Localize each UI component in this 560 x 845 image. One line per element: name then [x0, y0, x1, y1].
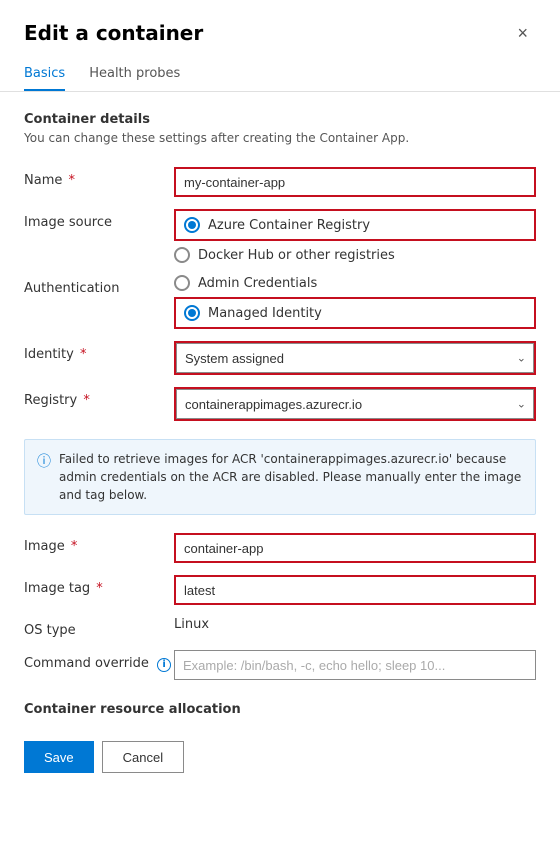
image-tag-row: Image tag *	[0, 569, 560, 611]
radio-docker-input[interactable]	[174, 247, 190, 263]
image-label: Image *	[24, 533, 174, 554]
identity-control: System assigned ⌄	[174, 341, 536, 375]
radio-managed[interactable]: Managed Identity	[184, 305, 526, 321]
image-row: Image *	[0, 527, 560, 569]
identity-select[interactable]: System assigned	[176, 343, 534, 373]
command-override-input[interactable]	[174, 650, 536, 680]
registry-control: containerappimages.azurecr.io ⌄	[174, 387, 536, 421]
auth-label: Authentication	[24, 275, 174, 296]
close-button[interactable]: ×	[509, 20, 536, 46]
dialog-header: Edit a container ×	[0, 0, 560, 58]
command-override-row: Command override i	[0, 644, 560, 686]
radio-docker-label: Docker Hub or other registries	[198, 248, 395, 263]
image-source-row: Image source Azure Container Registry Do…	[0, 203, 560, 269]
image-control	[174, 533, 536, 563]
name-row: Name *	[0, 161, 560, 203]
name-input[interactable]	[174, 167, 536, 197]
image-tag-input[interactable]	[174, 575, 536, 605]
radio-acr-input[interactable]	[184, 217, 200, 233]
registry-select-wrapper: containerappimages.azurecr.io ⌄	[174, 387, 536, 421]
info-text: Failed to retrieve images for ACR 'conta…	[59, 450, 523, 504]
registry-select[interactable]: containerappimages.azurecr.io	[176, 389, 534, 419]
command-override-control	[174, 650, 536, 680]
radio-admin-label: Admin Credentials	[198, 276, 317, 291]
radio-acr[interactable]: Azure Container Registry	[184, 217, 526, 233]
radio-admin-wrapper: Admin Credentials	[174, 275, 536, 291]
command-override-info-icon[interactable]: i	[157, 658, 171, 672]
tab-health-probes[interactable]: Health probes	[89, 58, 180, 91]
registry-label: Registry *	[24, 387, 174, 408]
image-tag-control	[174, 575, 536, 605]
info-box: ⓘ Failed to retrieve images for ACR 'con…	[24, 439, 536, 515]
image-source-control: Azure Container Registry Docker Hub or o…	[174, 209, 536, 263]
auth-row: Authentication Admin Credentials Managed…	[0, 269, 560, 335]
radio-managed-label: Managed Identity	[208, 306, 322, 321]
resource-section: Container resource allocation	[0, 702, 560, 717]
image-source-label: Image source	[24, 209, 174, 230]
radio-docker[interactable]: Docker Hub or other registries	[174, 247, 536, 263]
os-type-label: OS type	[24, 617, 174, 638]
auth-control: Admin Credentials Managed Identity	[174, 275, 536, 329]
save-button[interactable]: Save	[24, 741, 94, 773]
radio-admin[interactable]: Admin Credentials	[174, 275, 536, 291]
registry-row: Registry * containerappimages.azurecr.io…	[0, 381, 560, 427]
info-circle-icon: ⓘ	[37, 451, 51, 471]
resource-section-title: Container resource allocation	[24, 702, 536, 717]
image-source-acr-box: Azure Container Registry	[174, 209, 536, 241]
auth-managed-box: Managed Identity	[174, 297, 536, 329]
image-tag-label: Image tag *	[24, 575, 174, 596]
radio-managed-input[interactable]	[184, 305, 200, 321]
section-subtitle: You can change these settings after crea…	[0, 131, 560, 145]
name-control	[174, 167, 536, 197]
os-type-value: Linux	[174, 611, 209, 632]
section-title: Container details	[0, 112, 560, 127]
dialog-title: Edit a container	[24, 21, 203, 45]
cancel-button[interactable]: Cancel	[102, 741, 184, 773]
image-input[interactable]	[174, 533, 536, 563]
command-override-label: Command override i	[24, 650, 174, 672]
name-label: Name *	[24, 167, 174, 188]
edit-container-dialog: Edit a container × Basics Health probes …	[0, 0, 560, 845]
radio-docker-wrapper: Docker Hub or other registries	[174, 247, 536, 263]
identity-label: Identity *	[24, 341, 174, 362]
os-type-control: Linux	[174, 617, 536, 632]
tab-basics[interactable]: Basics	[24, 58, 65, 91]
identity-select-wrapper: System assigned ⌄	[174, 341, 536, 375]
name-required: *	[64, 173, 75, 188]
identity-row: Identity * System assigned ⌄	[0, 335, 560, 381]
radio-admin-input[interactable]	[174, 275, 190, 291]
os-type-row: OS type Linux	[0, 611, 560, 644]
dialog-footer: Save Cancel	[0, 721, 560, 793]
tab-bar: Basics Health probes	[0, 58, 560, 92]
radio-acr-label: Azure Container Registry	[208, 218, 370, 233]
